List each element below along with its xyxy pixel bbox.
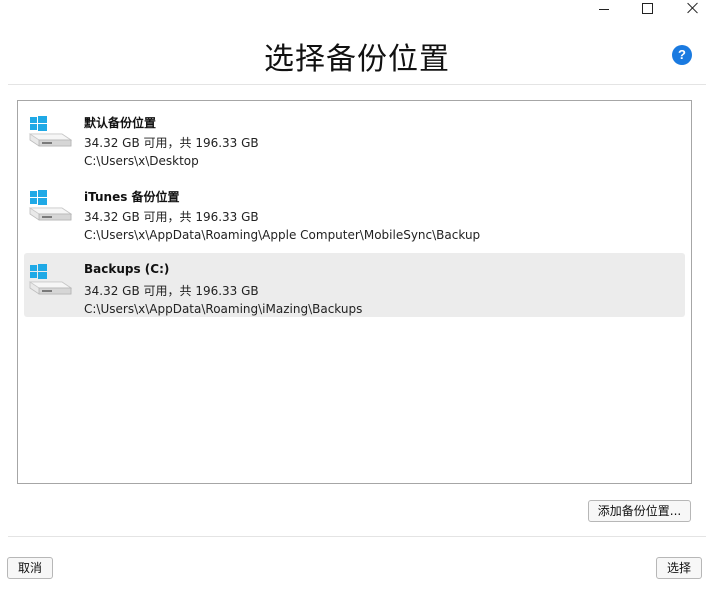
maximize-button[interactable]	[632, 0, 662, 16]
help-icon[interactable]: ?	[672, 45, 692, 65]
close-button[interactable]	[678, 0, 708, 16]
drive-icon	[28, 264, 72, 295]
minimize-icon	[599, 8, 609, 10]
add-backup-location-button[interactable]: 添加备份位置...	[588, 500, 691, 522]
footer-divider	[8, 536, 706, 537]
location-name: 默认备份位置	[84, 116, 157, 130]
list-item-backups-c[interactable]: Backups (C:) 34.32 GB 可用，共 196.33 GB C:\…	[24, 253, 685, 317]
location-space: 34.32 GB 可用，共 196.33 GB	[84, 136, 259, 150]
list-item-default-location[interactable]: 默认备份位置 34.32 GB 可用，共 196.33 GB C:\Users\…	[24, 105, 685, 169]
drive-icon	[28, 116, 72, 147]
drive-icon	[28, 190, 72, 221]
minimize-button[interactable]	[589, 0, 619, 16]
location-name: iTunes 备份位置	[84, 190, 180, 204]
location-space: 34.32 GB 可用，共 196.33 GB	[84, 210, 259, 224]
location-path: C:\Users\x\AppData\Roaming\Apple Compute…	[84, 228, 481, 242]
location-path: C:\Users\x\AppData\Roaming\iMazing\Backu…	[84, 302, 363, 316]
location-space: 34.32 GB 可用，共 196.33 GB	[84, 284, 259, 298]
close-icon	[687, 2, 699, 14]
select-button[interactable]: 选择	[656, 557, 702, 579]
list-item-itunes-location[interactable]: iTunes 备份位置 34.32 GB 可用，共 196.33 GB C:\U…	[24, 179, 685, 243]
maximize-icon	[641, 2, 653, 14]
location-name: Backups (C:)	[84, 262, 170, 276]
header-divider	[8, 84, 706, 85]
location-path: C:\Users\x\Desktop	[84, 154, 199, 168]
page-title: 选择备份位置	[264, 42, 450, 77]
backup-location-list[interactable]: 默认备份位置 34.32 GB 可用，共 196.33 GB C:\Users\…	[17, 100, 692, 484]
cancel-button[interactable]: 取消	[7, 557, 53, 579]
backup-location-dialog: 选择备份位置 ? 默认备份位置 34.32 GB 可用，共 196.33 GB …	[0, 0, 714, 589]
